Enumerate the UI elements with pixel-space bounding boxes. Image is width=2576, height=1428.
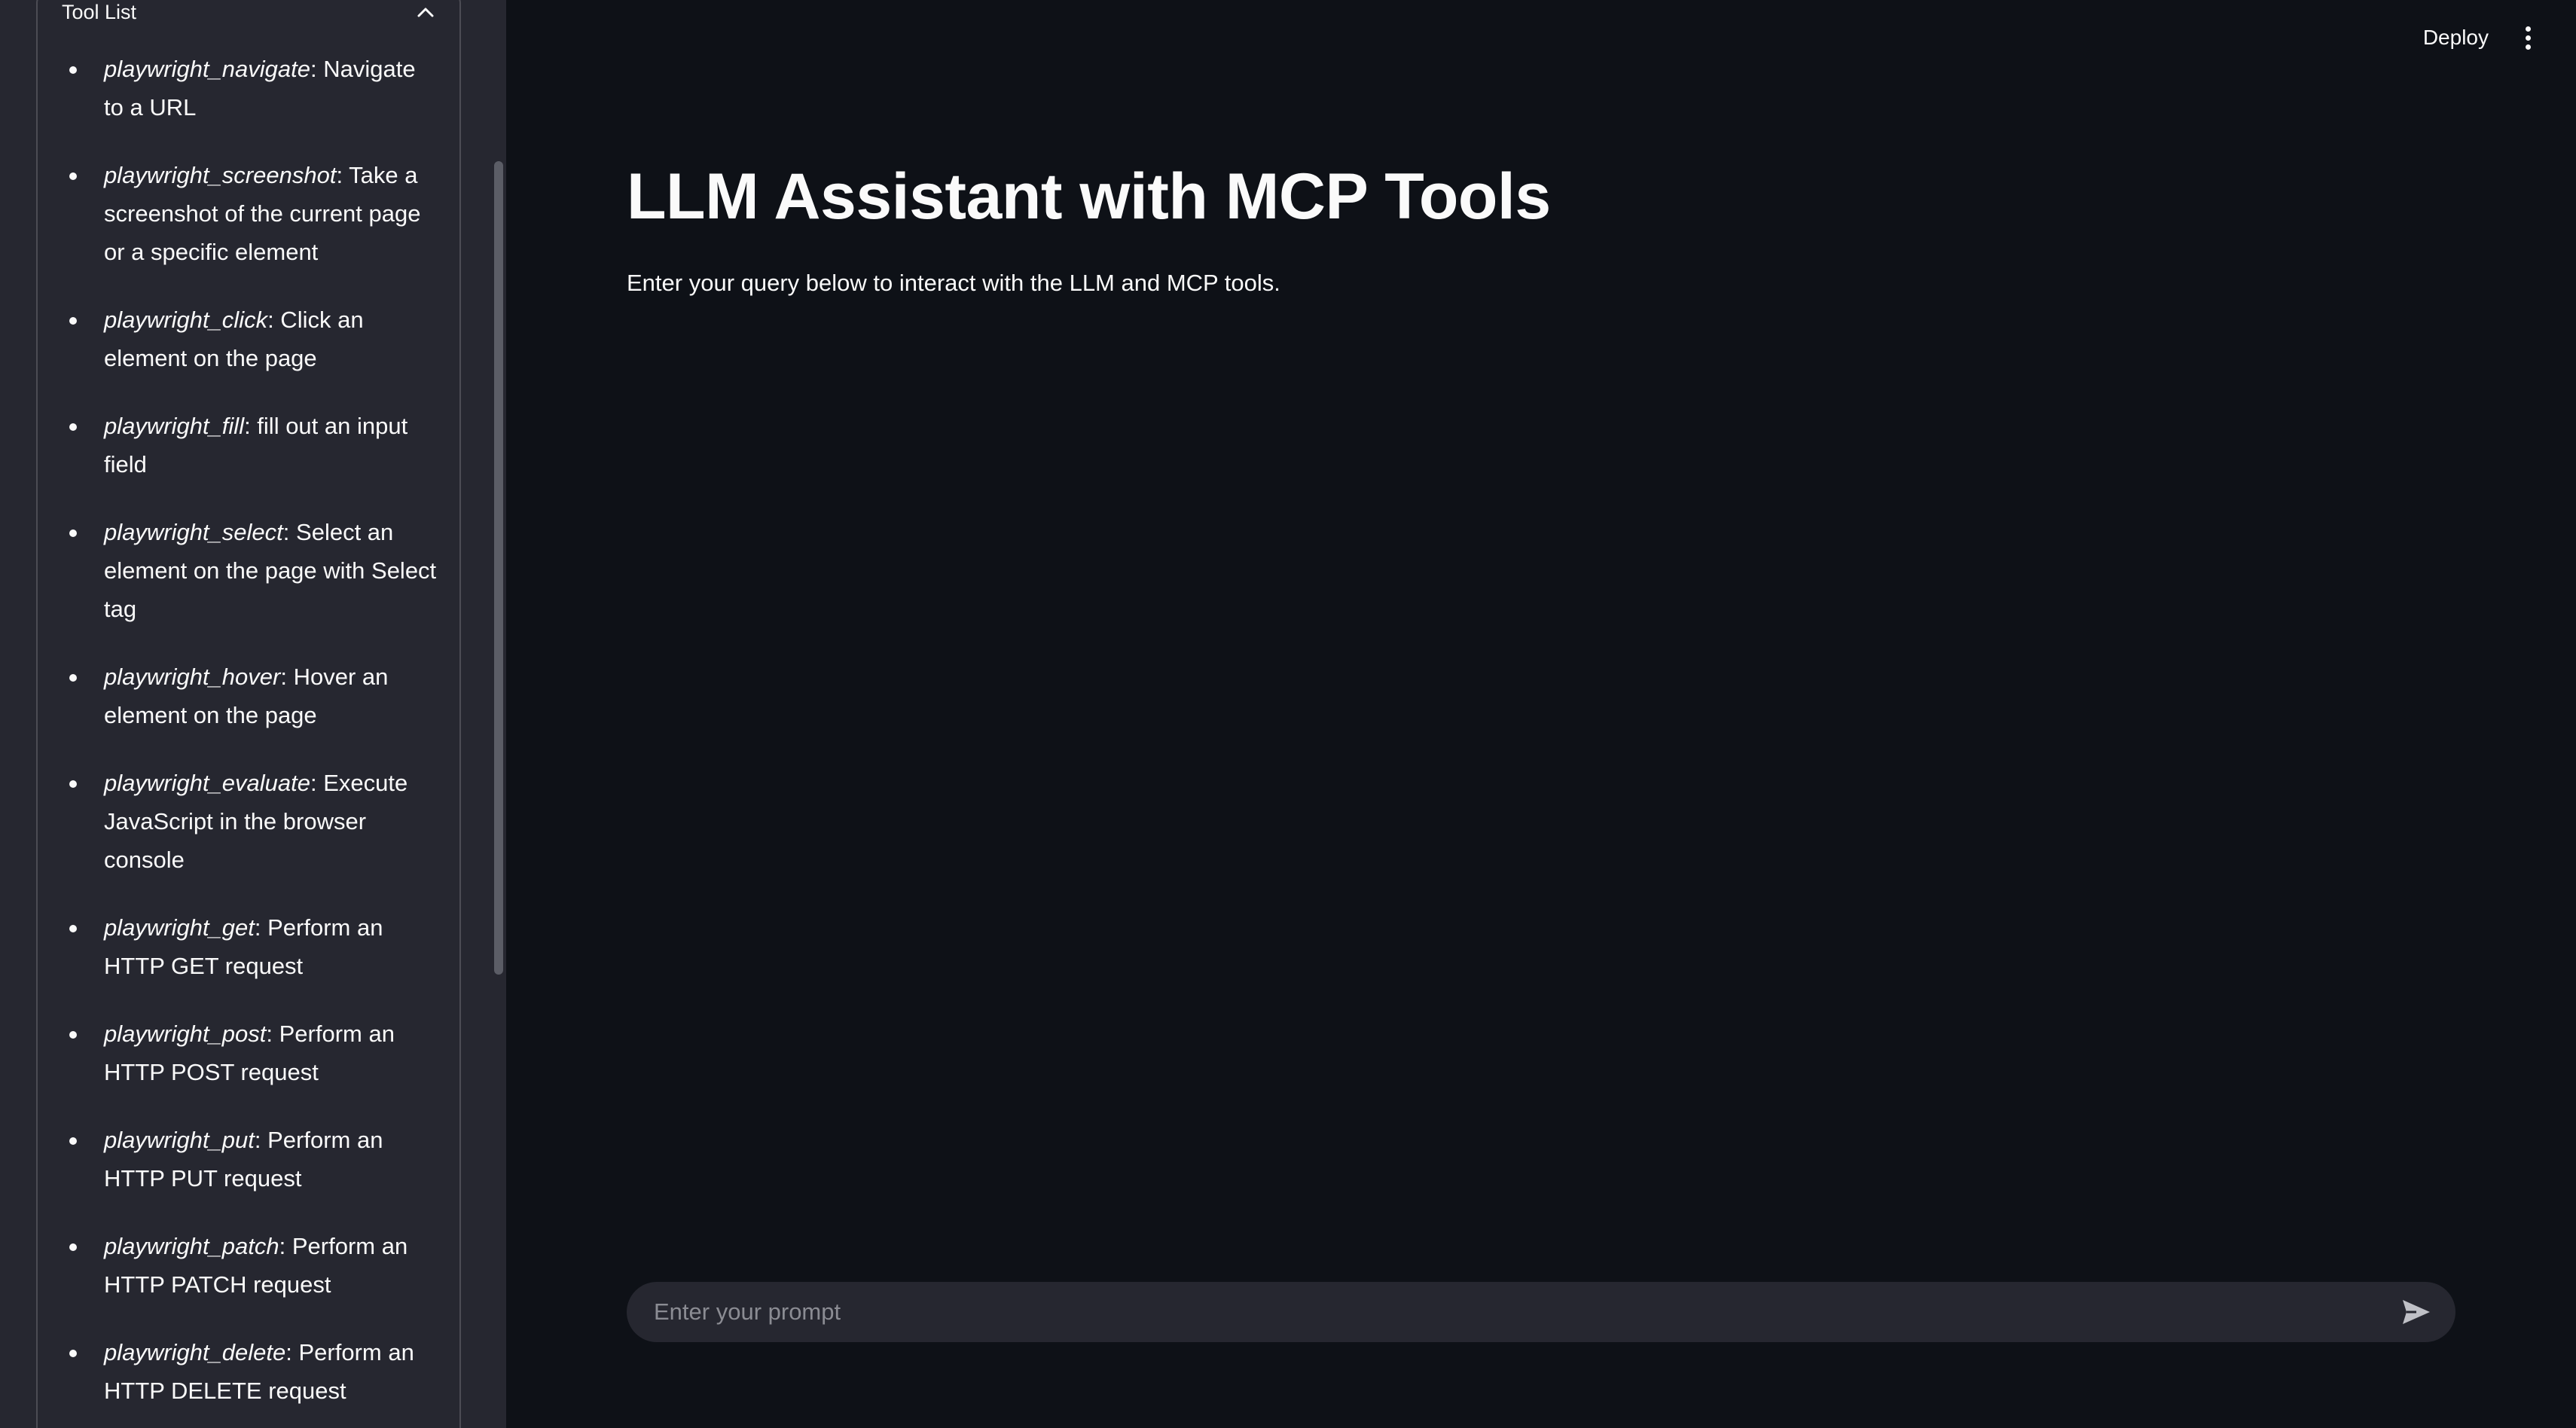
sidebar: Tool List playwright_navigate: Navigate …	[0, 0, 506, 1428]
chat-input[interactable]	[652, 1298, 2400, 1326]
sidebar-scrollbar[interactable]	[494, 161, 503, 975]
deploy-button[interactable]: Deploy	[2423, 26, 2489, 50]
chevron-up-icon[interactable]	[413, 0, 438, 24]
list-item: playwright_fill: fill out an input field	[68, 407, 437, 484]
send-arrow-icon[interactable]	[2400, 1295, 2433, 1329]
expander-title: Tool List	[62, 0, 137, 23]
tool-name: playwright_put	[104, 1127, 255, 1153]
tool-name: playwright_get	[104, 914, 255, 941]
tool-name: playwright_navigate	[104, 56, 311, 82]
tool-name: playwright_evaluate	[104, 770, 311, 796]
list-item: playwright_patch: Perform an HTTP PATCH …	[68, 1227, 437, 1304]
page-subtitle: Enter your query below to interact with …	[627, 270, 1280, 296]
tool-list: playwright_navigate: Navigate to a URL p…	[68, 50, 437, 1428]
list-item: playwright_hover: Hover an element on th…	[68, 658, 437, 734]
header-actions: Deploy	[2423, 23, 2537, 53]
tool-name: playwright_select	[104, 519, 283, 545]
tool-name: playwright_hover	[104, 664, 281, 690]
list-item: playwright_navigate: Navigate to a URL	[68, 50, 437, 127]
chat-input-container	[627, 1282, 2455, 1342]
list-item: playwright_put: Perform an HTTP PUT requ…	[68, 1121, 437, 1198]
list-item: playwright_delete: Perform an HTTP DELET…	[68, 1333, 437, 1410]
list-item: playwright_select: Select an element on …	[68, 513, 437, 628]
tool-name: playwright_post	[104, 1021, 267, 1047]
tool-name: playwright_delete	[104, 1339, 286, 1365]
expander-header[interactable]: Tool List	[62, 0, 438, 24]
list-item: playwright_click: Click an element on th…	[68, 301, 437, 377]
list-item: playwright_post: Perform an HTTP POST re…	[68, 1015, 437, 1091]
list-item: playwright_screenshot: Take a screenshot…	[68, 156, 437, 271]
vertical-dots-icon[interactable]	[2519, 23, 2537, 53]
tool-name: playwright_screenshot	[104, 162, 337, 188]
tool-name: playwright_click	[104, 307, 268, 333]
tool-name: playwright_patch	[104, 1233, 279, 1259]
page-title: LLM Assistant with MCP Tools	[627, 160, 1551, 233]
list-item: playwright_evaluate: Execute JavaScript …	[68, 764, 437, 879]
app: Tool List playwright_navigate: Navigate …	[0, 0, 2576, 1428]
list-item: playwright_get: Perform an HTTP GET requ…	[68, 908, 437, 985]
tool-name: playwright_fill	[104, 413, 245, 439]
